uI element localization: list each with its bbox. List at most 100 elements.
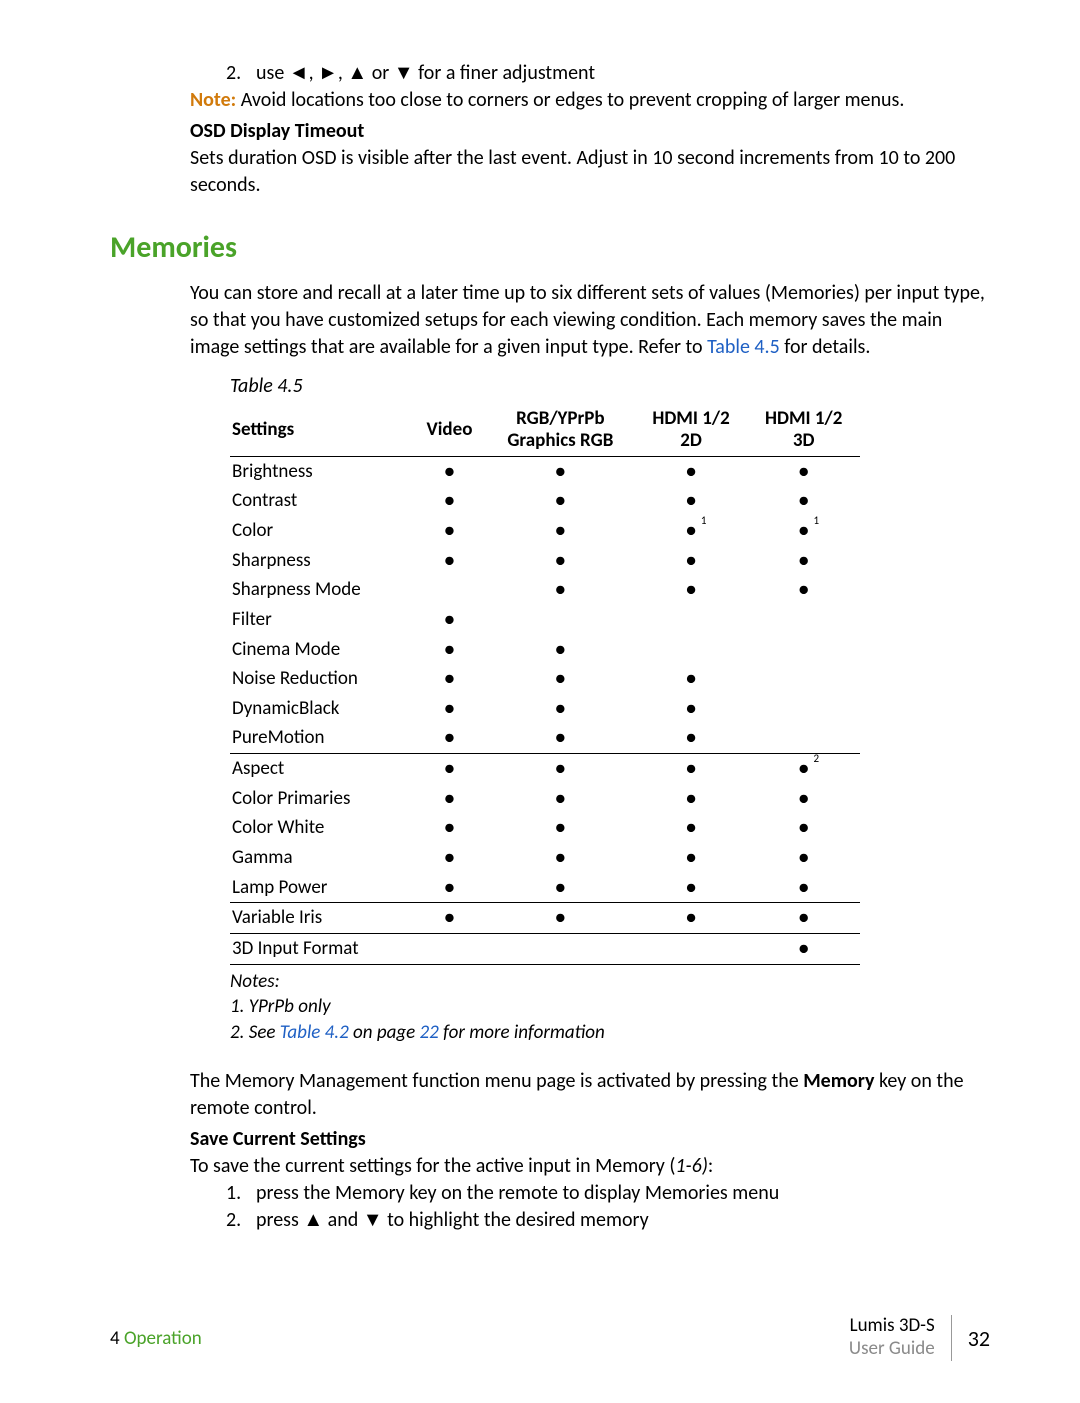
col-hdmi2d-line1: HDMI 1/2	[652, 407, 729, 430]
dot-icon: ●	[798, 939, 809, 958]
link-table-4-5[interactable]: Table 4.5	[707, 335, 780, 359]
table-cell: ●	[413, 635, 486, 665]
dot-icon: ●2	[798, 759, 809, 778]
col-hdmi-3d: HDMI 1/2 3D	[747, 404, 860, 456]
row-label: Filter	[230, 605, 413, 635]
table-cell: ●	[635, 694, 748, 724]
table-cell: ●	[413, 784, 486, 814]
link-page-22[interactable]: 22	[420, 1021, 439, 1044]
table-row: Aspect●●●●2	[230, 754, 860, 784]
dot-icon: ●	[555, 669, 566, 688]
table-cell	[413, 933, 486, 964]
table-cell: ●	[413, 605, 486, 635]
table-cell: ●	[635, 843, 748, 873]
table-cell	[635, 933, 748, 964]
col-hdmi3d-line1: HDMI 1/2	[765, 407, 842, 430]
dot-icon: ●	[686, 728, 697, 747]
dot-icon: ●	[555, 521, 566, 540]
table-cell: ●	[635, 456, 748, 486]
row-label: Color Primaries	[230, 784, 413, 814]
dot-icon: ●	[444, 521, 455, 540]
note-line: Note: Avoid locations too close to corne…	[190, 87, 990, 114]
table-cell: ●	[635, 486, 748, 516]
save-step-1: 1. press the Memory key on the remote to…	[226, 1180, 990, 1207]
dot-icon: ●	[555, 728, 566, 747]
row-label: Contrast	[230, 486, 413, 516]
table-cell: ●	[635, 784, 748, 814]
table-cell: ●	[486, 813, 635, 843]
dot-icon: ●	[555, 878, 566, 897]
col-hdmi-2d: HDMI 1/2 2D	[635, 404, 748, 456]
save-intro-italic: 1-6)	[675, 1154, 707, 1178]
dot-icon: ●	[686, 908, 697, 927]
col-rgb-line1: RGB/YPrPb	[516, 407, 605, 430]
table-cell: ●	[486, 516, 635, 546]
n2-a: 2. See	[230, 1021, 280, 1044]
table-row: PureMotion●●●	[230, 723, 860, 753]
memory-mgmt-para: The Memory Management function menu page…	[190, 1068, 990, 1122]
dot-icon: ●	[444, 818, 455, 837]
settings-table: Settings Video RGB/YPrPb Graphics RGB HD…	[230, 404, 860, 965]
table-row: Contrast●●●●	[230, 486, 860, 516]
dot-icon: ●	[555, 491, 566, 510]
col-rgb: RGB/YPrPb Graphics RGB	[486, 404, 635, 456]
dot-icon: ●	[798, 878, 809, 897]
footer-doc: Lumis 3D-S User Guide	[849, 1315, 952, 1361]
row-label: Noise Reduction	[230, 664, 413, 694]
dot-icon: ●	[555, 789, 566, 808]
table-cell: ●	[635, 813, 748, 843]
table-cell: ●	[413, 664, 486, 694]
dot-icon: ●	[798, 491, 809, 510]
table-cell: ●	[747, 784, 860, 814]
table-cell: ●	[635, 903, 748, 934]
row-label: Aspect	[230, 754, 413, 784]
table-row: Sharpness Mode●●●	[230, 575, 860, 605]
footer-left: 4 Operation	[110, 1327, 202, 1350]
dot-icon: ●	[555, 699, 566, 718]
table-note-1: 1. YPrPb only	[230, 994, 990, 1020]
dot-icon: ●	[686, 759, 697, 778]
dot-icon: ●	[444, 551, 455, 570]
dot-icon: ●1	[798, 521, 809, 540]
row-label: Gamma	[230, 843, 413, 873]
row-label: Variable Iris	[230, 903, 413, 934]
dot-icon: ●	[798, 462, 809, 481]
table-cell: ●	[635, 723, 748, 753]
page-footer: 4 Operation Lumis 3D-S User Guide 32	[110, 1315, 990, 1361]
doc-title: Lumis 3D-S	[849, 1315, 935, 1338]
table-row: 3D Input Format●	[230, 933, 860, 964]
table-cell: ●	[413, 723, 486, 753]
dot-icon: ●	[444, 789, 455, 808]
n2-b: on page	[349, 1021, 420, 1044]
dot-icon: ●	[798, 908, 809, 927]
mm-para-a: The Memory Management function menu page…	[190, 1069, 803, 1093]
col-hdmi2d-line2: 2D	[680, 429, 702, 452]
table-cell: ●	[635, 546, 748, 576]
link-table-4-2[interactable]: Table 4.2	[280, 1021, 349, 1044]
table-cell	[747, 723, 860, 753]
table-row: Variable Iris●●●●	[230, 903, 860, 934]
row-label: PureMotion	[230, 723, 413, 753]
table-cell	[635, 635, 748, 665]
table-cell: ●	[635, 664, 748, 694]
table-row: Noise Reduction●●●	[230, 664, 860, 694]
dot-icon: ●	[444, 640, 455, 659]
chapter-name: Operation	[124, 1327, 202, 1350]
table-cell: ●	[747, 843, 860, 873]
dot-icon: ●	[555, 759, 566, 778]
table-cell: ●	[486, 784, 635, 814]
dot-icon: ●	[444, 699, 455, 718]
table-cell	[486, 933, 635, 964]
table-cell: ●	[486, 903, 635, 934]
table-cell: ●	[486, 754, 635, 784]
table-cell: ●	[413, 873, 486, 903]
table-notes-head: Notes:	[230, 969, 990, 995]
table-cell	[635, 605, 748, 635]
table-row: Sharpness●●●●	[230, 546, 860, 576]
osd-timeout-heading: OSD Display Timeout	[190, 118, 990, 145]
step-text: press ▲ and ▼ to highlight the desired m…	[256, 1207, 990, 1234]
table-row: Gamma●●●●	[230, 843, 860, 873]
table-cell: ●	[486, 723, 635, 753]
dot-icon: ●	[555, 908, 566, 927]
dot-icon: ●	[444, 610, 455, 629]
